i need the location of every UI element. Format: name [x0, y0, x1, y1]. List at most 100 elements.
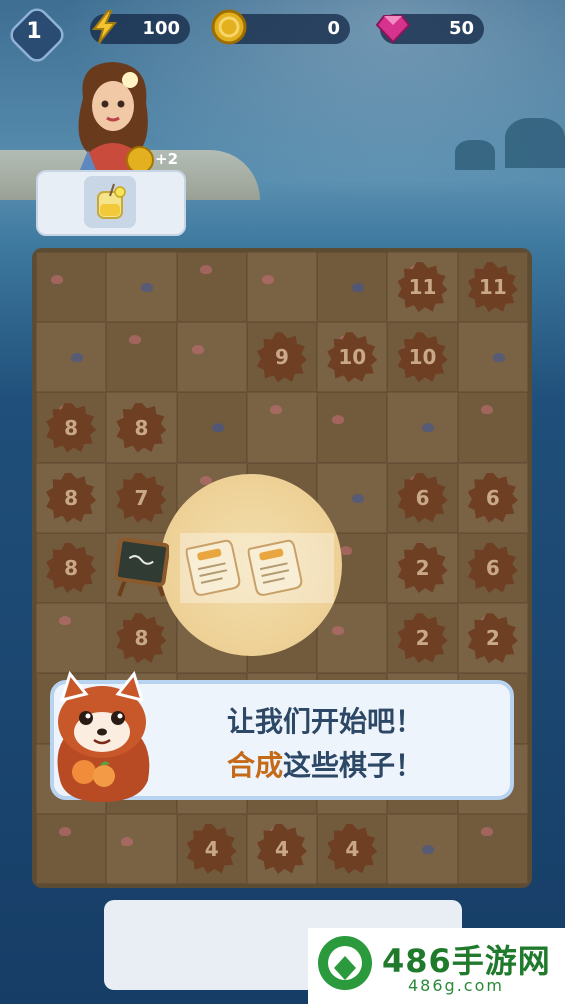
- board-cell[interactable]: 11: [387, 252, 458, 323]
- sand-decoration: [492, 353, 505, 363]
- order-reward: +2: [155, 150, 179, 168]
- board-cell[interactable]: 6: [457, 462, 528, 533]
- dialog-line-2-rest: 这些棋子！: [283, 749, 424, 782]
- board-cell[interactable]: 10: [387, 322, 458, 393]
- locked-tile-number: 10: [338, 345, 367, 370]
- board-cell[interactable]: [176, 252, 247, 323]
- locked-tile-number: 6: [485, 555, 500, 580]
- sand-decoration: [422, 423, 435, 433]
- board-cell[interactable]: [106, 322, 177, 393]
- locked-tile-badge: 6: [467, 472, 518, 523]
- sand-decoration: [480, 826, 493, 836]
- sand-decoration: [59, 616, 71, 626]
- locked-tile-number: 8: [64, 555, 79, 580]
- board-cell[interactable]: 8: [106, 392, 177, 463]
- locked-tile-badge: 4: [186, 823, 237, 874]
- board-cell[interactable]: [176, 322, 247, 393]
- board-cell[interactable]: [106, 813, 177, 884]
- board-cell[interactable]: 8: [106, 603, 177, 674]
- sand-decoration: [480, 405, 493, 415]
- watermark-logo-icon: [318, 936, 372, 990]
- locked-tile-number: 11: [408, 275, 437, 300]
- scroll-item-icon[interactable]: [244, 536, 306, 598]
- sand-decoration: [199, 265, 212, 274]
- locked-tile-number: 8: [134, 415, 149, 440]
- board-cell[interactable]: [387, 813, 458, 884]
- board-cell[interactable]: [457, 813, 528, 884]
- board-cell[interactable]: [36, 813, 107, 884]
- board-cell[interactable]: 4: [176, 813, 247, 884]
- gem-icon: [375, 15, 411, 44]
- sand-decoration: [269, 405, 282, 415]
- locked-tile-badge: 10: [397, 332, 448, 383]
- dialog-highlight: 合成: [226, 749, 283, 782]
- board-cell[interactable]: [176, 392, 247, 463]
- board-cell[interactable]: [36, 322, 107, 393]
- board-cell[interactable]: [457, 392, 528, 463]
- dialog-line-1: 让我们开始吧！: [226, 705, 423, 738]
- board-cell[interactable]: 2: [387, 603, 458, 674]
- locked-tile-number: 6: [485, 485, 500, 510]
- sand-decoration: [352, 283, 365, 292]
- coin-value: 0: [327, 18, 340, 39]
- locked-tile-badge: 8: [46, 402, 97, 453]
- board-cell[interactable]: 9: [246, 322, 318, 393]
- locked-tile-number: 8: [64, 415, 79, 440]
- board-cell[interactable]: [106, 252, 177, 323]
- board-cell[interactable]: 2: [387, 532, 458, 604]
- locked-tile-number: 10: [408, 345, 437, 370]
- board-cell[interactable]: [246, 392, 318, 463]
- level-number: 1: [26, 19, 42, 44]
- board-cell[interactable]: [457, 322, 528, 393]
- board-cell[interactable]: 6: [457, 532, 528, 604]
- board-cell[interactable]: 7: [106, 462, 177, 533]
- locked-tile-number: 11: [478, 275, 507, 300]
- board-cell[interactable]: 4: [317, 813, 388, 884]
- board-cell[interactable]: 10: [317, 322, 388, 393]
- island-rock: [505, 118, 565, 168]
- sand-decoration: [121, 836, 134, 846]
- blackboard-item-icon[interactable]: [115, 536, 169, 598]
- energy-bolt-icon: [91, 10, 118, 44]
- locked-tile-number: 8: [134, 626, 149, 651]
- board-cell[interactable]: 8: [36, 392, 107, 463]
- board-cell[interactable]: [36, 252, 107, 323]
- sand-decoration: [261, 275, 274, 284]
- order-item-slot[interactable]: [84, 176, 136, 228]
- locked-tile-number: 9: [275, 345, 289, 370]
- board-cell[interactable]: 8: [36, 462, 107, 533]
- coin-icon: [211, 9, 247, 45]
- board-cell[interactable]: 8: [36, 532, 107, 604]
- board-cell[interactable]: [317, 252, 388, 323]
- sand-decoration: [71, 353, 83, 363]
- locked-tile-badge: 4: [327, 823, 378, 874]
- sand-decoration: [51, 275, 63, 284]
- locked-tile-badge: 2: [397, 613, 448, 664]
- board-cell[interactable]: 4: [246, 813, 318, 884]
- sand-decoration: [422, 844, 435, 854]
- locked-tile-badge: 6: [467, 542, 518, 593]
- board-cell[interactable]: [317, 392, 388, 463]
- locked-tile-number: 2: [415, 555, 430, 580]
- board-cell[interactable]: 11: [457, 252, 528, 323]
- energy-value: 100: [142, 18, 180, 39]
- locked-tile-number: 7: [134, 485, 149, 510]
- locked-tile-badge: 8: [116, 613, 167, 664]
- locked-tile-badge: 2: [397, 542, 448, 593]
- sand-decoration: [332, 626, 345, 636]
- scroll-item-icon[interactable]: [182, 536, 244, 598]
- board-cell[interactable]: [246, 252, 318, 323]
- dialog-line-2: 合成这些棋子！: [140, 744, 510, 784]
- locked-tile-number: 4: [345, 836, 360, 861]
- locked-tile-number: 4: [275, 836, 289, 861]
- lemonade-icon: [97, 183, 126, 219]
- watermark-url: 486g.com: [408, 976, 504, 995]
- locked-tile-badge: 2: [467, 613, 518, 664]
- board-cell[interactable]: 2: [457, 603, 528, 674]
- board-cell[interactable]: 6: [387, 462, 458, 533]
- locked-tile-badge: 11: [397, 262, 448, 313]
- sand-decoration: [340, 545, 353, 555]
- locked-tile-badge: 8: [116, 402, 167, 453]
- board-cell[interactable]: [387, 392, 458, 463]
- board-cell[interactable]: [36, 603, 107, 674]
